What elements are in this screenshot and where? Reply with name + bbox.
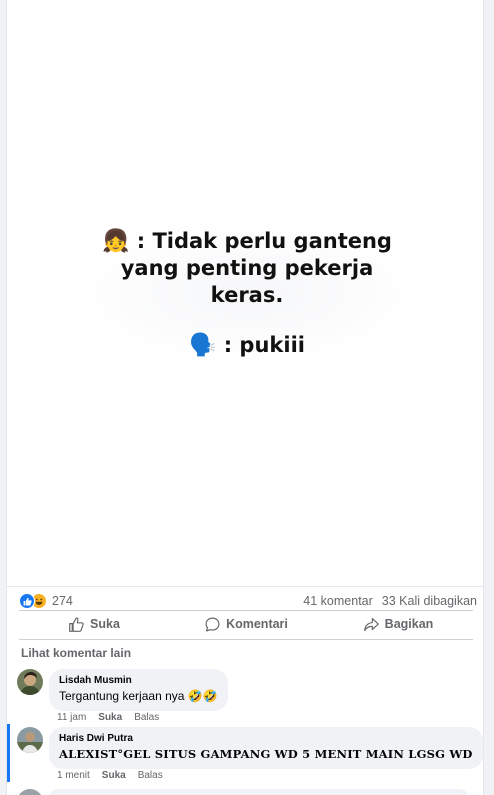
post-card: 👧 : Tidak perlu ganteng yang penting pek… — [6, 0, 484, 795]
share-button[interactable]: Bagikan — [323, 616, 473, 633]
like-reaction-icon — [19, 593, 35, 609]
reaction-icons[interactable] — [19, 593, 47, 609]
share-button-label: Bagikan — [384, 617, 434, 631]
meme-line-3: keras. — [210, 283, 284, 307]
comment-author[interactable]: Lisdah Musmin — [59, 675, 218, 687]
comment-reply-link[interactable]: Balas — [138, 770, 163, 781]
post-actions: Suka Komentari Bagikan — [19, 610, 473, 638]
divider — [19, 639, 473, 640]
view-more-comments-link[interactable]: Lihat komentar lain — [21, 646, 131, 660]
avatar[interactable] — [17, 669, 43, 695]
comment-bubble[interactable]: Haris Dwi Putra ALEXIST°GEL SITUS GAMPAN… — [49, 727, 483, 769]
comment-item: Lisdah Musmin Tergantung kerjaan nya 🤣🤣 — [17, 669, 228, 711]
meme-line-4: : pukiii — [223, 333, 305, 357]
thumbs-up-icon — [69, 616, 84, 632]
reaction-count[interactable]: 274 — [52, 594, 73, 608]
comment-item — [17, 789, 469, 795]
meme-line-1: : Tidak perlu ganteng — [136, 229, 392, 253]
comment-meta: 1 menit Suka Balas — [57, 770, 163, 781]
like-button[interactable]: Suka — [19, 616, 169, 633]
comment-reply-link[interactable]: Balas — [134, 712, 159, 723]
avatar[interactable] — [17, 727, 43, 753]
share-count[interactable]: 33 Kali dibagikan — [382, 594, 477, 608]
post-image[interactable]: 👧 : Tidak perlu ganteng yang penting pek… — [7, 0, 483, 587]
new-comment-indicator — [7, 724, 10, 782]
comment-bubble-icon — [205, 617, 220, 631]
comment-item: Haris Dwi Putra ALEXIST°GEL SITUS GAMPAN… — [17, 727, 483, 769]
comment-button-label: Komentari — [226, 617, 288, 631]
avatar[interactable] — [17, 789, 43, 795]
meme-reply: 🗣️ : pukiii — [67, 333, 427, 358]
comment-bubble[interactable] — [49, 789, 469, 795]
meme-caption: 👧 : Tidak perlu ganteng yang penting pek… — [67, 228, 427, 309]
girl-emoji-icon: 👧 — [102, 229, 130, 254]
speaking-head-emoji-icon: 🗣️ — [189, 333, 217, 358]
comment-count[interactable]: 41 komentar — [303, 594, 372, 608]
comment-text: Tergantung kerjaan nya 🤣🤣 — [59, 689, 218, 703]
comment-meta: 11 jam Suka Balas — [57, 712, 159, 723]
comment-like-link[interactable]: Suka — [102, 770, 126, 781]
comment-bubble[interactable]: Lisdah Musmin Tergantung kerjaan nya 🤣🤣 — [49, 669, 228, 711]
comment-like-link[interactable]: Suka — [98, 712, 122, 723]
comment-time[interactable]: 1 menit — [57, 770, 90, 781]
meme-line-2: yang penting pekerja — [120, 256, 374, 280]
post-stats: 274 41 komentar 33 Kali dibagikan — [19, 590, 477, 612]
share-arrow-icon — [363, 617, 379, 631]
like-button-label: Suka — [90, 617, 120, 631]
comment-text: ALEXIST°GEL SITUS GAMPANG WD 5 MENIT MAI… — [59, 747, 473, 761]
comment-button[interactable]: Komentari — [171, 616, 321, 633]
comment-author[interactable]: Haris Dwi Putra — [59, 733, 473, 745]
comment-time[interactable]: 11 jam — [57, 712, 86, 723]
